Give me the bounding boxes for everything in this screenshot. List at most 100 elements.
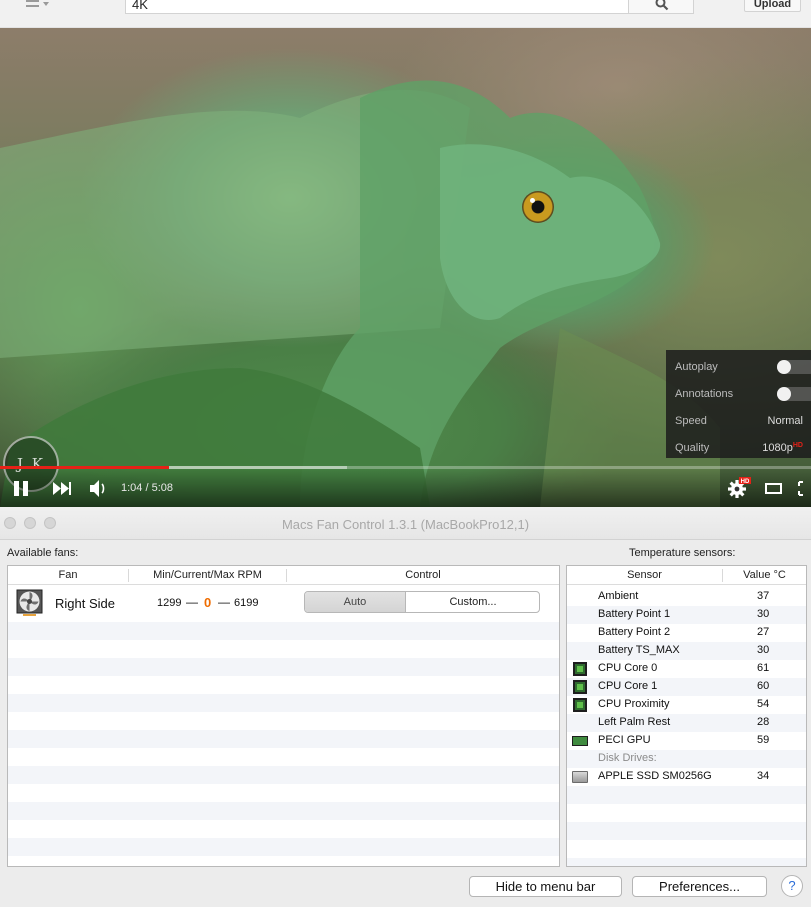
speed-label: Speed [675, 415, 707, 427]
search-button[interactable] [628, 0, 694, 14]
hide-to-menu-bar-button[interactable]: Hide to menu bar [469, 876, 622, 897]
window-title: Macs Fan Control 1.3.1 (MacBookPro12,1) [281, 517, 530, 532]
next-icon [53, 482, 71, 495]
sensor-row[interactable]: CPU Proximity 54 [567, 696, 806, 714]
settings-menu: Autoplay Annotations Speed Normal Qualit… [666, 350, 811, 458]
autoplay-label: Autoplay [675, 361, 718, 373]
quality-text: 1080p [762, 442, 793, 454]
hd-badge: HD [741, 479, 750, 485]
annotations-toggle[interactable] [777, 387, 811, 401]
sensor-row[interactable]: CPU Core 1 60 [567, 678, 806, 696]
sensor-name: Left Palm Rest [598, 716, 671, 728]
sensor-row[interactable]: APPLE SSD SM0256G 34 [567, 768, 806, 786]
column-header-control[interactable]: Control [287, 566, 559, 585]
settings-annotations[interactable]: Annotations [666, 381, 811, 408]
disk-drives-group-label: Disk Drives: [598, 752, 657, 764]
sensor-row[interactable]: CPU Core 0 61 [567, 660, 806, 678]
fan-icon [16, 589, 43, 616]
fan-current-rpm: 0 [204, 595, 212, 610]
fans-table-header: Fan Min/Current/Max RPM Control [8, 566, 559, 585]
settings-autoplay[interactable]: Autoplay [666, 354, 811, 381]
table-stripe [8, 694, 559, 712]
quality-value: 1080pHD [762, 442, 803, 454]
cpu-chip-icon [573, 698, 587, 712]
player-controls: 1:04 / 5:08 HD [0, 469, 811, 507]
volume-button[interactable] [87, 469, 109, 507]
fan-name: Right Side [55, 596, 115, 611]
window-titlebar[interactable]: Macs Fan Control 1.3.1 (MacBookPro12,1) [0, 507, 811, 540]
theater-icon [765, 483, 782, 494]
fullscreen-icon [798, 481, 803, 496]
cpu-chip-icon [573, 662, 587, 676]
theater-mode-button[interactable] [764, 469, 784, 507]
sensors-table: Sensor Value °C Ambient 37 Battery Point 1… [566, 565, 807, 867]
column-header-rpm[interactable]: Min/Current/Max RPM [129, 566, 286, 585]
upload-button[interactable]: Upload [744, 0, 801, 12]
sensor-row[interactable]: Battery TS_MAX 30 [567, 642, 806, 660]
video-player[interactable]: J K Autoplay Annotations Speed Normal Qu… [0, 28, 811, 507]
quality-hd-badge: HD [792, 442, 803, 449]
fan-max-rpm: 6199 [234, 597, 259, 609]
search-input[interactable]: 4K [125, 0, 629, 14]
fans-section-label: Available fans: [7, 547, 79, 559]
table-stripe [8, 838, 559, 856]
toggle-knob [777, 360, 791, 374]
help-button[interactable]: ? [781, 875, 803, 897]
sensor-value: 28 [757, 716, 770, 728]
sensor-value: 59 [757, 734, 770, 746]
settings-speed[interactable]: Speed Normal [666, 408, 811, 435]
custom-button[interactable]: Custom... [407, 592, 539, 612]
table-stripe [567, 786, 806, 804]
sensors-section-label: Temperature sensors: [629, 547, 736, 559]
sensor-value: 34 [757, 770, 770, 782]
sensor-value: 27 [757, 626, 770, 638]
sensor-row[interactable]: Left Palm Rest 28 [567, 714, 806, 732]
pause-button[interactable] [10, 469, 32, 507]
sensor-value: 54 [757, 698, 770, 710]
table-stripe [567, 858, 806, 866]
speed-value: Normal [767, 415, 803, 427]
caret-down-icon [43, 2, 49, 6]
settings-button[interactable]: HD [726, 469, 752, 507]
sensor-name: Ambient [598, 590, 639, 602]
fullscreen-button[interactable] [796, 469, 811, 507]
rpm-separator: — [186, 595, 198, 609]
toggle-knob [777, 387, 791, 401]
fan-row-right-side[interactable]: Right Side 1299 — 0 — 6199 Auto Custom..… [8, 585, 559, 622]
sensor-name: CPU Core 1 [598, 680, 658, 692]
sensor-row[interactable]: Ambient 37 [567, 588, 806, 606]
table-stripe [8, 766, 559, 784]
sensor-name: Battery TS_MAX [598, 644, 680, 656]
sensor-row[interactable]: Battery Point 2 27 [567, 624, 806, 642]
sensor-name: Battery Point 2 [598, 626, 671, 638]
sensor-row[interactable]: Battery Point 1 30 [567, 606, 806, 624]
column-header-value[interactable]: Value °C [723, 566, 806, 585]
table-stripe [8, 658, 559, 676]
rpm-separator: — [218, 595, 230, 609]
pause-icon [14, 481, 28, 496]
quality-label: Quality [675, 442, 710, 454]
table-stripe [567, 822, 806, 840]
sensor-row[interactable]: PECI GPU 59 [567, 732, 806, 750]
sensor-group-row: Disk Drives: [567, 750, 806, 768]
sensor-value: 30 [757, 608, 770, 620]
column-header-fan[interactable]: Fan [8, 566, 128, 585]
autoplay-toggle[interactable] [777, 360, 811, 374]
settings-quality[interactable]: Quality 1080pHD [666, 435, 811, 462]
screen: 4K Upload J K Autoplay Annotations Speed… [0, 0, 811, 907]
cpu-chip-icon [573, 680, 587, 694]
column-header-sensor[interactable]: Sensor [567, 566, 722, 585]
next-button[interactable] [50, 469, 74, 507]
gear-icon: HD [728, 477, 751, 498]
sensor-name: CPU Core 0 [598, 662, 658, 674]
fan-control-segmented: Auto Custom... [304, 591, 540, 613]
fans-table: Fan Min/Current/Max RPM Control Right Si… [7, 565, 560, 867]
youtube-header: 4K Upload [0, 0, 811, 28]
auto-button[interactable]: Auto [305, 592, 406, 612]
guide-menu-button[interactable] [26, 0, 52, 10]
table-stripe [8, 730, 559, 748]
sensor-value: 30 [757, 644, 770, 656]
gpu-card-icon [572, 736, 588, 746]
lizard-eye [522, 191, 554, 223]
preferences-button[interactable]: Preferences... [632, 876, 767, 897]
